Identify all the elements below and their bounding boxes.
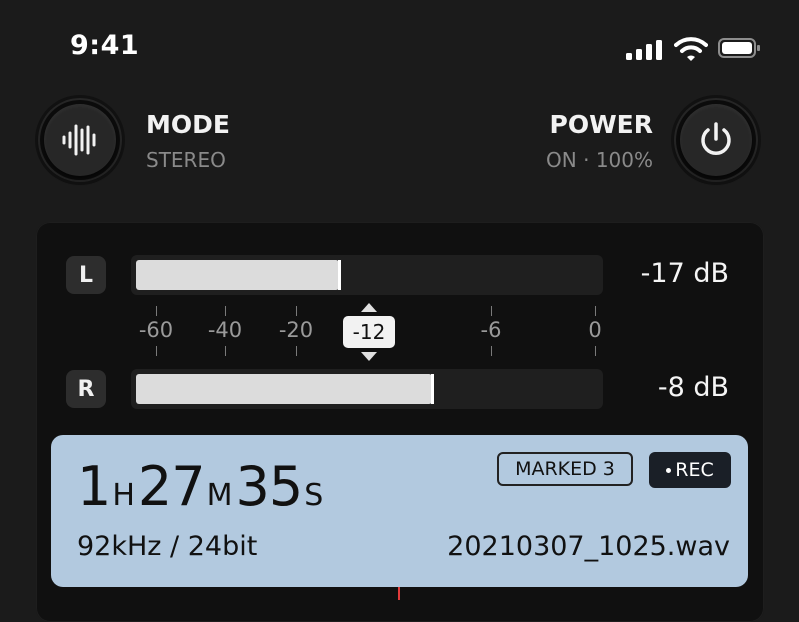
- power-button[interactable]: [674, 98, 758, 182]
- playhead-indicator: [398, 587, 400, 600]
- timer-seconds-unit: S: [304, 478, 323, 513]
- battery-icon: [718, 38, 760, 58]
- mode-button[interactable]: [38, 98, 122, 182]
- left-level-fill: [136, 260, 342, 290]
- recording-card[interactable]: 1 H 27 M 35 S MARKED 3 REC 92kHz / 24bit 2021…: [51, 435, 748, 587]
- rec-status-badge[interactable]: REC: [649, 452, 731, 488]
- wifi-icon: [674, 37, 708, 61]
- scale-tick: [296, 306, 297, 316]
- marked-count-badge[interactable]: MARKED 3: [497, 452, 633, 486]
- rec-label: REC: [675, 459, 714, 481]
- cellular-signal-icon: [626, 40, 662, 60]
- waveform-icon: [62, 124, 96, 156]
- right-level-meter: [131, 369, 603, 409]
- timer-hours: 1: [77, 455, 111, 518]
- scale-label: 0: [588, 318, 602, 342]
- right-level-readout: -8 dB: [657, 372, 729, 403]
- power-value: ON · 100%: [546, 148, 653, 172]
- status-bar: 9:41: [0, 0, 799, 90]
- timer-minutes: 27: [137, 455, 206, 518]
- marker-up-arrow-icon[interactable]: [361, 303, 377, 312]
- timer-seconds: 35: [235, 455, 304, 518]
- power-title: POWER: [549, 110, 653, 139]
- scale-label: -60: [138, 318, 174, 342]
- mode-value: STEREO: [146, 148, 226, 172]
- recording-timer: 1 H 27 M 35 S: [77, 455, 326, 518]
- power-button-face: [680, 104, 752, 176]
- left-channel-badge: L: [66, 256, 106, 294]
- mode-button-face: [44, 104, 116, 176]
- scale-tick: [491, 306, 492, 316]
- timer-hours-unit: H: [112, 478, 135, 513]
- audio-format: 92kHz / 24bit: [77, 531, 258, 562]
- timer-minutes-unit: M: [206, 478, 233, 513]
- scale-tick: [595, 346, 596, 356]
- marker-down-arrow-icon[interactable]: [361, 352, 377, 361]
- right-level-fill: [136, 374, 434, 404]
- scale-tick: [225, 306, 226, 316]
- status-time: 9:41: [70, 30, 140, 61]
- scale-label: -20: [278, 318, 314, 342]
- scale-tick: [491, 346, 492, 356]
- right-channel-badge: R: [66, 370, 106, 408]
- scale-label: -6: [480, 318, 502, 342]
- scale-tick: [296, 346, 297, 356]
- mode-title: MODE: [146, 110, 230, 139]
- scale-tick: [225, 346, 226, 356]
- scale-tick: [156, 306, 157, 316]
- threshold-marker[interactable]: -12: [343, 316, 395, 348]
- scale-tick: [595, 306, 596, 316]
- left-level-readout: -17 dB: [640, 258, 729, 289]
- scale-tick: [156, 346, 157, 356]
- power-icon: [701, 122, 731, 155]
- scale-label: -40: [207, 318, 243, 342]
- rec-dot-icon: [666, 467, 672, 473]
- recording-filename: 20210307_1025.wav: [447, 531, 730, 562]
- left-level-meter: [131, 255, 603, 295]
